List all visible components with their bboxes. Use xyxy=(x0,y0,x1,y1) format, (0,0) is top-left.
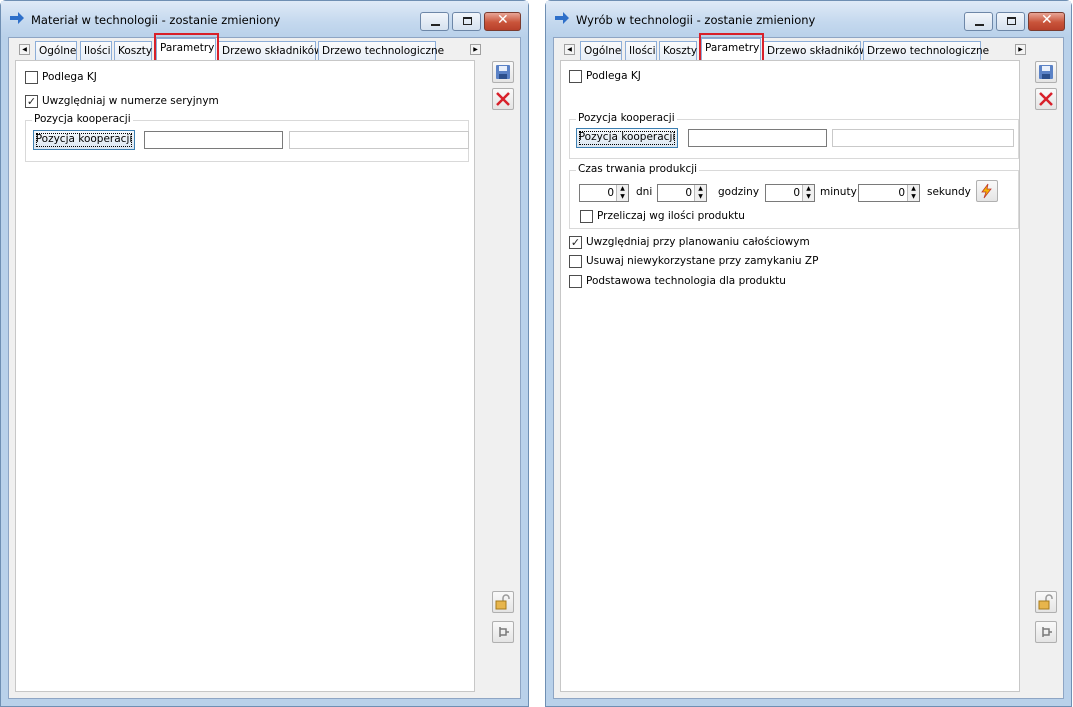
cancel-icon xyxy=(496,92,510,106)
pin-icon xyxy=(499,627,509,637)
lock-icon xyxy=(495,594,510,610)
spinner-arrows[interactable]: ▲ ▼ xyxy=(802,185,814,201)
client-area: ◀ Ogólne Ilości Koszty Parametry Drzewo … xyxy=(553,33,1064,699)
group-title: Pozycja kooperacji xyxy=(32,113,133,125)
group-title: Pozycja kooperacji xyxy=(576,112,677,124)
pin-button[interactable] xyxy=(492,621,514,643)
window-title: Wyrób w technologii - zostanie zmieniony xyxy=(576,13,816,27)
unit-label: sekundy xyxy=(927,186,971,198)
spinner-arrows[interactable]: ▲ ▼ xyxy=(694,185,706,201)
recalc-checkbox[interactable] xyxy=(580,210,593,223)
calculate-time-button[interactable] xyxy=(976,180,998,202)
lock-icon xyxy=(1038,594,1053,610)
checkbox-label: Podstawowa technologia dla produktu xyxy=(586,275,786,287)
hours-spinner[interactable]: 0 ▲ ▼ xyxy=(657,184,707,202)
parameters-panel: Podlega KJ ✓ Uwzględniaj w numerze seryj… xyxy=(15,60,475,692)
parameters-panel: Podlega KJ Pozycja kooperacji Pozycja ko… xyxy=(560,60,1020,692)
group-title: Czas trwania produkcji xyxy=(576,163,700,175)
tab-strip: ◀ Ogólne Ilości Koszty Parametry Drzewo … xyxy=(15,38,481,62)
lightning-icon xyxy=(981,183,992,199)
window-title: Materiał w technologii - zostanie zmieni… xyxy=(31,13,281,27)
minimize-button[interactable] xyxy=(420,12,449,31)
pin-button[interactable] xyxy=(1035,621,1057,643)
cooperation-code-field[interactable] xyxy=(688,129,827,147)
pin-icon xyxy=(1042,627,1052,637)
podlega-kj-checkbox[interactable] xyxy=(569,70,582,83)
cancel-icon xyxy=(1039,92,1053,106)
spinner-arrows[interactable]: ▲ ▼ xyxy=(616,185,628,201)
checkbox-label: Usuwaj niewykorzystane przy zamykaniu ZP xyxy=(586,255,819,267)
maximize-button[interactable] xyxy=(996,12,1025,31)
tab-ilosci[interactable]: Ilości xyxy=(80,41,112,60)
cooperation-name-field xyxy=(832,129,1014,147)
tab-drzewo-technologiczne[interactable]: Drzewo technologiczne xyxy=(863,41,989,60)
checkbox-label: Podlega KJ xyxy=(586,70,641,82)
close-button[interactable]: ✕ xyxy=(1028,12,1065,31)
spinner-arrows[interactable]: ▲ ▼ xyxy=(907,185,919,201)
unit-label: godziny xyxy=(718,186,760,198)
cooperation-group: Pozycja kooperacji Pozycja kooperacji xyxy=(569,112,1019,159)
checkbox-label: Uwzględniaj w numerze seryjnym xyxy=(42,95,219,107)
tab-parametry[interactable]: Parametry xyxy=(701,38,761,60)
title-bar[interactable]: Wyrób w technologii - zostanie zmieniony… xyxy=(546,1,1071,37)
cooperation-code-field[interactable] xyxy=(144,131,283,149)
cooperation-position-button[interactable]: Pozycja kooperacji xyxy=(33,130,135,150)
save-icon xyxy=(1039,65,1053,79)
lock-button[interactable] xyxy=(492,591,514,613)
client-area: ◀ Ogólne Ilości Koszty Parametry Drzewo … xyxy=(8,33,521,699)
tab-koszty[interactable]: Koszty xyxy=(659,41,697,60)
checkbox-label: Przeliczaj wg ilości produktu xyxy=(597,210,745,222)
product-window: Wyrób w technologii - zostanie zmieniony… xyxy=(545,0,1072,707)
unit-label: dni xyxy=(636,186,653,198)
tab-drzewo-skladnikow[interactable]: Drzewo składników xyxy=(218,41,323,60)
arrow-right-icon xyxy=(10,12,24,24)
cancel-button[interactable] xyxy=(492,88,514,110)
checkbox-label: Uwzględniaj przy planowaniu całościowym xyxy=(586,236,810,248)
cooperation-name-field xyxy=(289,131,469,149)
remove-unused-checkbox[interactable] xyxy=(569,255,582,268)
serial-number-checkbox[interactable]: ✓ xyxy=(25,95,38,108)
days-spinner[interactable]: 0 ▲ ▼ xyxy=(579,184,629,202)
tab-drzewo-technologiczne[interactable]: Drzewo technologiczne xyxy=(318,41,444,60)
tab-scroll-right-button[interactable]: ▶ xyxy=(1015,44,1026,55)
tab-ogolne[interactable]: Ogólne xyxy=(580,41,622,60)
close-icon: ✕ xyxy=(497,12,509,28)
title-bar[interactable]: Materiał w technologii - zostanie zmieni… xyxy=(1,1,528,37)
close-icon: ✕ xyxy=(1041,12,1053,28)
save-button[interactable] xyxy=(1035,61,1057,83)
minutes-spinner[interactable]: 0 ▲ ▼ xyxy=(765,184,815,202)
save-button[interactable] xyxy=(492,61,514,83)
tab-scroll-right-button[interactable]: ▶ xyxy=(470,44,481,55)
tab-drzewo-skladnikow[interactable]: Drzewo składników xyxy=(763,41,868,60)
close-button[interactable]: ✕ xyxy=(484,12,521,31)
save-icon xyxy=(496,65,510,79)
tab-strip: ◀ Ogólne Ilości Koszty Parametry Drzewo … xyxy=(560,38,1026,62)
maximize-button[interactable] xyxy=(452,12,481,31)
unit-label: minuty xyxy=(820,186,857,198)
full-planning-checkbox[interactable]: ✓ xyxy=(569,236,582,249)
seconds-spinner[interactable]: 0 ▲ ▼ xyxy=(858,184,920,202)
tab-ogolne[interactable]: Ogólne xyxy=(35,41,77,60)
tab-koszty[interactable]: Koszty xyxy=(114,41,152,60)
base-technology-checkbox[interactable] xyxy=(569,275,582,288)
cooperation-position-button[interactable]: Pozycja kooperacji xyxy=(576,128,678,148)
tab-scroll-left-button[interactable]: ◀ xyxy=(564,44,575,55)
cancel-button[interactable] xyxy=(1035,88,1057,110)
checkbox-label: Podlega KJ xyxy=(42,71,97,83)
lock-button[interactable] xyxy=(1035,591,1057,613)
tab-parametry[interactable]: Parametry xyxy=(156,38,216,60)
duration-group: Czas trwania produkcji 0 ▲ ▼ dni 0 ▲ ▼ godzi… xyxy=(569,163,1019,229)
tab-scroll-left-button[interactable]: ◀ xyxy=(19,44,30,55)
cooperation-group: Pozycja kooperacji Pozycja kooperacji xyxy=(25,113,469,162)
tab-ilosci[interactable]: Ilości xyxy=(625,41,657,60)
podlega-kj-checkbox[interactable] xyxy=(25,71,38,84)
arrow-right-icon xyxy=(555,12,569,24)
minimize-button[interactable] xyxy=(964,12,993,31)
material-window: Materiał w technologii - zostanie zmieni… xyxy=(0,0,529,707)
